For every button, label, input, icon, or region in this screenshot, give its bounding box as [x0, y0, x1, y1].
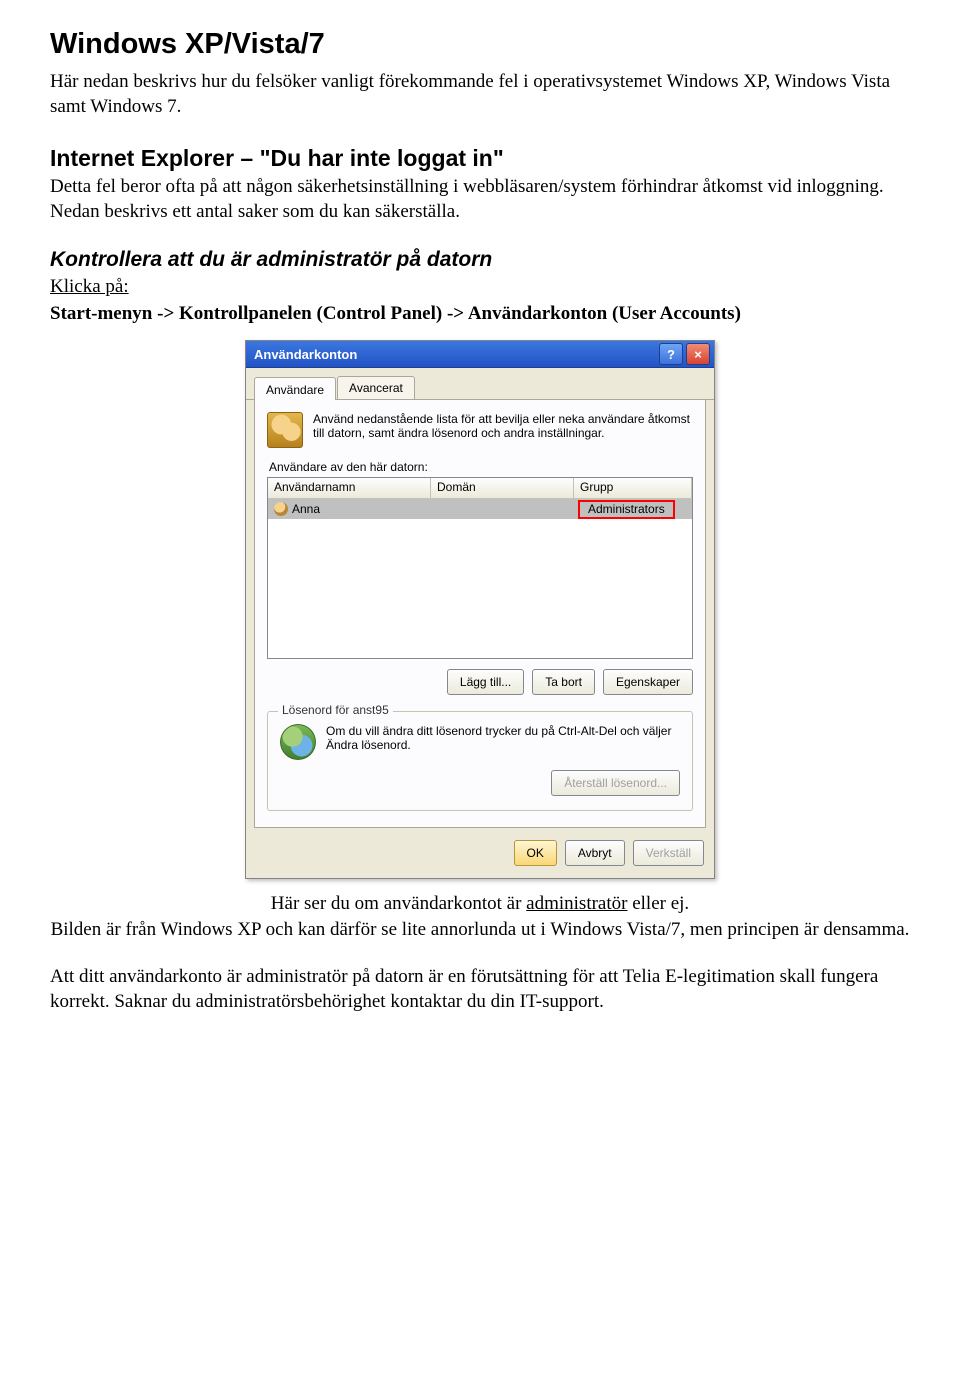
- tab-users[interactable]: Användare: [254, 377, 336, 400]
- add-button[interactable]: Lägg till...: [447, 669, 524, 695]
- heading-ie: Internet Explorer – "Du har inte loggat …: [50, 145, 910, 172]
- apply-button[interactable]: Verkställ: [633, 840, 704, 866]
- click-on: Klicka på:: [50, 274, 910, 299]
- close-icon[interactable]: ×: [686, 343, 710, 365]
- caption-line2: Bilden är från Windows XP och kan därför…: [50, 917, 910, 942]
- remove-button[interactable]: Ta bort: [532, 669, 595, 695]
- intro-paragraph: Här nedan beskrivs hur du felsöker vanli…: [50, 69, 910, 119]
- ok-button[interactable]: OK: [514, 840, 557, 866]
- list-row[interactable]: Anna Administrators: [268, 499, 692, 519]
- col-group[interactable]: Grupp: [574, 478, 692, 498]
- row-username: Anna: [292, 502, 320, 516]
- list-label: Användare av den här datorn:: [269, 460, 693, 474]
- tab-strip: Användare Avancerat: [246, 368, 714, 400]
- users-icon: [267, 412, 303, 448]
- intro-text: Använd nedanstående lista för att bevilj…: [313, 412, 693, 448]
- col-domain[interactable]: Domän: [431, 478, 574, 498]
- heading-main: Windows XP/Vista/7: [50, 28, 910, 61]
- password-icon: [280, 724, 316, 760]
- row-domain: [430, 507, 572, 511]
- user-row-icon: [274, 502, 288, 516]
- row-group: Administrators: [578, 500, 675, 519]
- dialog-panel: Använd nedanstående lista för att bevilj…: [254, 400, 706, 828]
- user-accounts-dialog: Användarkonton ? × Användare Avancerat A…: [245, 340, 715, 879]
- heading-admin: Kontrollera att du är administratör på d…: [50, 248, 910, 272]
- closing-paragraph: Att ditt användarkonto är administratör …: [50, 964, 910, 1014]
- dialog-titlebar[interactable]: Användarkonton ? ×: [246, 341, 714, 368]
- password-group: Lösenord för anst95 Om du vill ändra dit…: [267, 711, 693, 811]
- dialog-title: Användarkonton: [254, 347, 357, 362]
- ie-paragraph: Detta fel beror ofta på att någon säkerh…: [50, 174, 910, 224]
- path-line: Start-menyn -> Kontrollpanelen (Control …: [50, 301, 910, 326]
- properties-button[interactable]: Egenskaper: [603, 669, 693, 695]
- caption-line1: Här ser du om användarkontot är administ…: [50, 891, 910, 916]
- user-listbox[interactable]: Användarnamn Domän Grupp Anna Administra…: [267, 477, 693, 659]
- reset-password-button[interactable]: Återställ lösenord...: [551, 770, 680, 796]
- password-text: Om du vill ändra ditt lösenord trycker d…: [326, 724, 680, 752]
- list-header: Användarnamn Domän Grupp: [268, 478, 692, 499]
- cancel-button[interactable]: Avbryt: [565, 840, 625, 866]
- password-legend: Lösenord för anst95: [278, 703, 393, 717]
- col-username[interactable]: Användarnamn: [268, 478, 431, 498]
- help-icon[interactable]: ?: [659, 343, 683, 365]
- tab-advanced[interactable]: Avancerat: [337, 376, 415, 399]
- row-group-cell: Administrators: [572, 498, 692, 521]
